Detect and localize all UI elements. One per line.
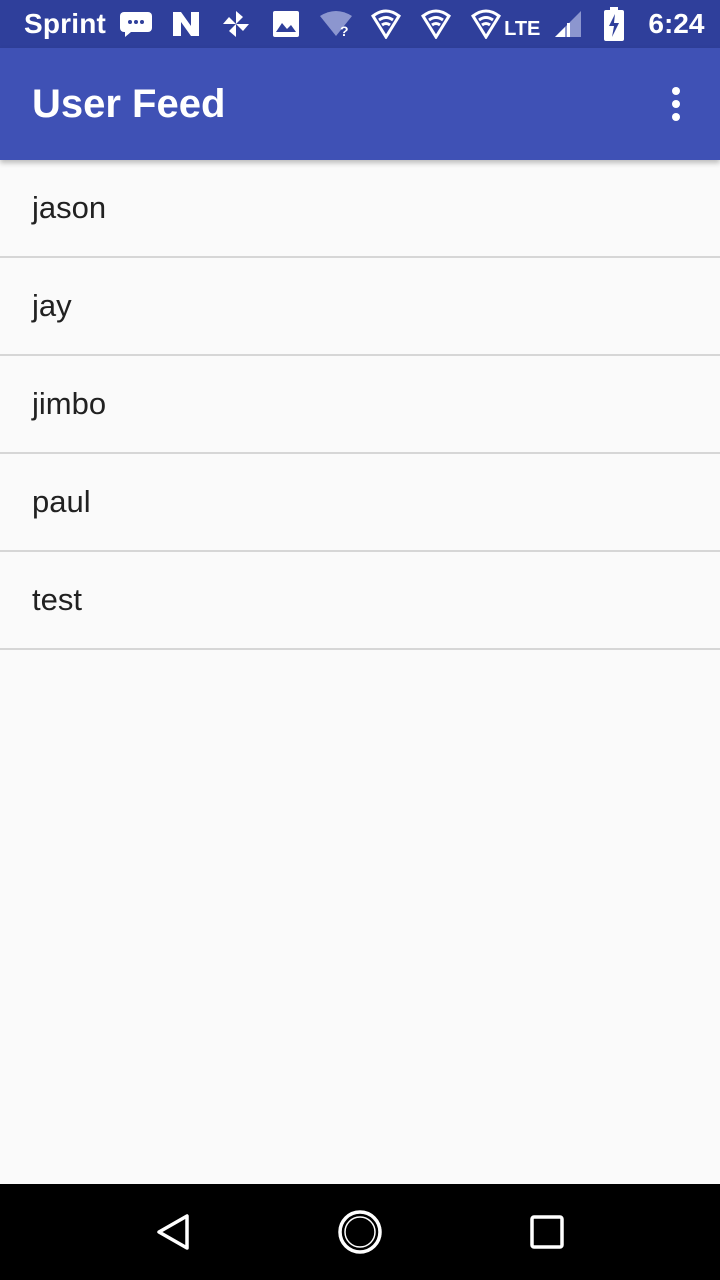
wifi-question-icon: ?: [318, 6, 354, 42]
home-button[interactable]: [328, 1200, 392, 1264]
list-item[interactable]: paul: [0, 454, 720, 552]
vpn-shield-icon: [468, 6, 504, 42]
app-bar: User Feed: [0, 48, 720, 160]
overflow-menu-button[interactable]: [656, 74, 696, 134]
n-app-icon: [168, 6, 204, 42]
user-name: paul: [32, 484, 91, 519]
list-item[interactable]: jay: [0, 258, 720, 356]
user-feed-list: jason jay jimbo paul test: [0, 160, 720, 650]
list-item[interactable]: jason: [0, 160, 720, 258]
pinwheel-icon: [218, 6, 254, 42]
lte-signal-icon: [550, 6, 586, 42]
list-item[interactable]: test: [0, 552, 720, 650]
user-name: jason: [32, 190, 107, 225]
user-name: jimbo: [32, 386, 107, 421]
clock: 6:24: [648, 8, 705, 39]
recents-button[interactable]: [515, 1200, 579, 1264]
image-icon: [268, 6, 304, 42]
notification-icons: ?: [118, 6, 504, 42]
recents-icon: [529, 1215, 564, 1249]
network-type: LTE: [504, 17, 541, 40]
battery-charging-icon: [596, 6, 632, 42]
user-name: jay: [32, 288, 72, 323]
system-icons: LTE 6:24: [504, 6, 704, 42]
message-icon: [118, 6, 154, 42]
overflow-menu-icon: [672, 87, 680, 121]
page-title: User Feed: [32, 81, 226, 126]
back-button[interactable]: [141, 1200, 205, 1264]
carrier-name: Sprint: [24, 8, 107, 39]
home-icon: [338, 1210, 382, 1254]
status-bar: Sprint ? LTE 6:24: [0, 0, 720, 48]
list-item[interactable]: jimbo: [0, 356, 720, 454]
user-name: test: [32, 582, 82, 617]
back-icon: [157, 1214, 190, 1250]
navigation-bar: [0, 1184, 720, 1280]
vpn-shield-icon: [418, 6, 454, 42]
svg-text:?: ?: [340, 23, 349, 38]
vpn-shield-icon: [368, 6, 404, 42]
